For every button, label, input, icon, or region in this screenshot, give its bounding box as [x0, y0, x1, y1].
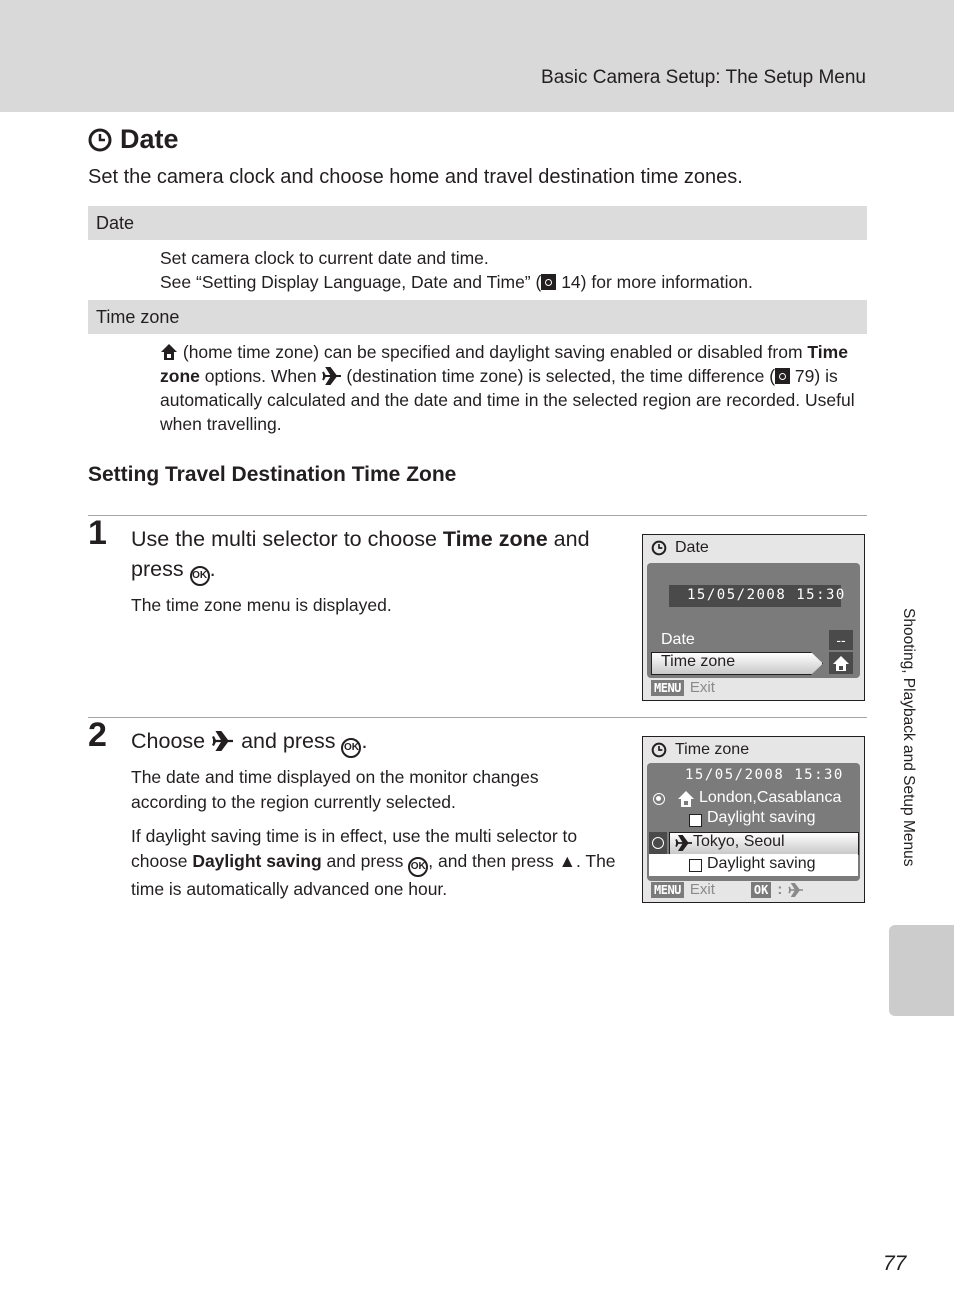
- step-body-2: If daylight saving time is in effect, us…: [131, 826, 616, 899]
- clock-icon: [88, 128, 112, 151]
- step-divider: [88, 717, 867, 718]
- home-value-box: [829, 652, 853, 674]
- destination-daylight-label[interactable]: Daylight saving: [707, 855, 816, 873]
- option-date-description: Set camera clock to current date and tim…: [160, 246, 860, 294]
- clock-icon: [651, 540, 667, 556]
- screen-panel: 15/05/2008 15:30 London,Casablanca Dayli…: [647, 763, 860, 881]
- option-date-label: Date: [88, 206, 867, 240]
- destination-daylight-checkbox[interactable]: [689, 859, 702, 872]
- home-daylight-label[interactable]: Daylight saving: [707, 809, 816, 827]
- subsection-heading: Setting Travel Destination Time Zone: [88, 463, 457, 486]
- menu-button-icon: MENU: [651, 881, 684, 898]
- airplane-icon: [321, 367, 341, 385]
- page-reference-icon: [775, 368, 791, 384]
- step-number: 2: [88, 716, 107, 754]
- home-icon: [833, 656, 849, 671]
- header-band: [0, 0, 954, 112]
- menu-item-timezone[interactable]: Time zone: [661, 653, 735, 671]
- step-body-1: The date and time displayed on the monit…: [131, 767, 539, 812]
- home-radio-selected[interactable]: [653, 793, 665, 805]
- screen-title: Time zone: [651, 741, 749, 759]
- side-tab-label: Shooting, Playback and Setup Menus: [900, 608, 917, 867]
- ok-button-icon: OK: [189, 566, 210, 586]
- home-daylight-checkbox[interactable]: [689, 814, 702, 827]
- screen-footer: MENU Exit OK :: [651, 881, 804, 898]
- camera-screen-timezone-menu: Time zone 15/05/2008 15:30 London,Casabl…: [642, 736, 865, 903]
- screen-panel: 15/05/2008 15:30 Date -- Time zone: [647, 563, 860, 678]
- home-icon: [161, 344, 177, 360]
- home-icon: [678, 791, 694, 807]
- side-tab: [889, 925, 954, 1016]
- section-intro: Set the camera clock and choose home and…: [88, 166, 743, 188]
- datetime-display: 15/05/2008 15:30: [687, 587, 846, 603]
- page-reference-icon: [541, 274, 557, 290]
- up-arrow-icon: ▲: [558, 851, 576, 871]
- menu-button-icon: MENU: [651, 679, 684, 696]
- step-body: The time zone menu is displayed.: [131, 595, 392, 615]
- step-divider: [88, 515, 867, 516]
- camera-screen-date-menu: Date 15/05/2008 15:30 Date -- Time zone …: [642, 534, 865, 701]
- section-title: Date: [88, 124, 179, 155]
- step-heading: Choose and press OK.: [131, 726, 611, 758]
- clock-icon: [651, 742, 667, 758]
- datetime-display: 15/05/2008 15:30: [685, 767, 844, 783]
- airplane-icon: [788, 882, 804, 897]
- airplane-icon: [675, 835, 692, 851]
- airplane-icon: [212, 731, 234, 751]
- home-city[interactable]: London,Casablanca: [699, 789, 841, 807]
- ok-button-icon: OK: [750, 881, 772, 898]
- option-date-line-1: Set camera clock to current date and tim…: [160, 248, 489, 268]
- screen-footer: MENU Exit: [651, 679, 715, 696]
- destination-city[interactable]: Tokyo, Seoul: [693, 833, 785, 851]
- step-number: 1: [88, 514, 107, 552]
- section-title-text: Date: [120, 124, 179, 154]
- page-number: 77: [883, 1252, 907, 1275]
- option-timezone-label: Time zone: [88, 300, 867, 334]
- option-date-line-2: See “Setting Display Language, Date and …: [160, 272, 753, 292]
- menu-item-date[interactable]: Date: [661, 631, 695, 649]
- destination-radio[interactable]: [652, 837, 664, 849]
- ok-button-icon: OK: [341, 738, 362, 758]
- option-timezone-description: (home time zone) can be specified and da…: [160, 342, 855, 434]
- menu-item-date-value: --: [829, 630, 853, 650]
- ok-button-icon: OK: [408, 857, 429, 877]
- running-header: Basic Camera Setup: The Setup Menu: [541, 67, 866, 88]
- step-heading: Use the multi selector to choose Time zo…: [131, 524, 611, 586]
- screen-title: Date: [651, 539, 709, 557]
